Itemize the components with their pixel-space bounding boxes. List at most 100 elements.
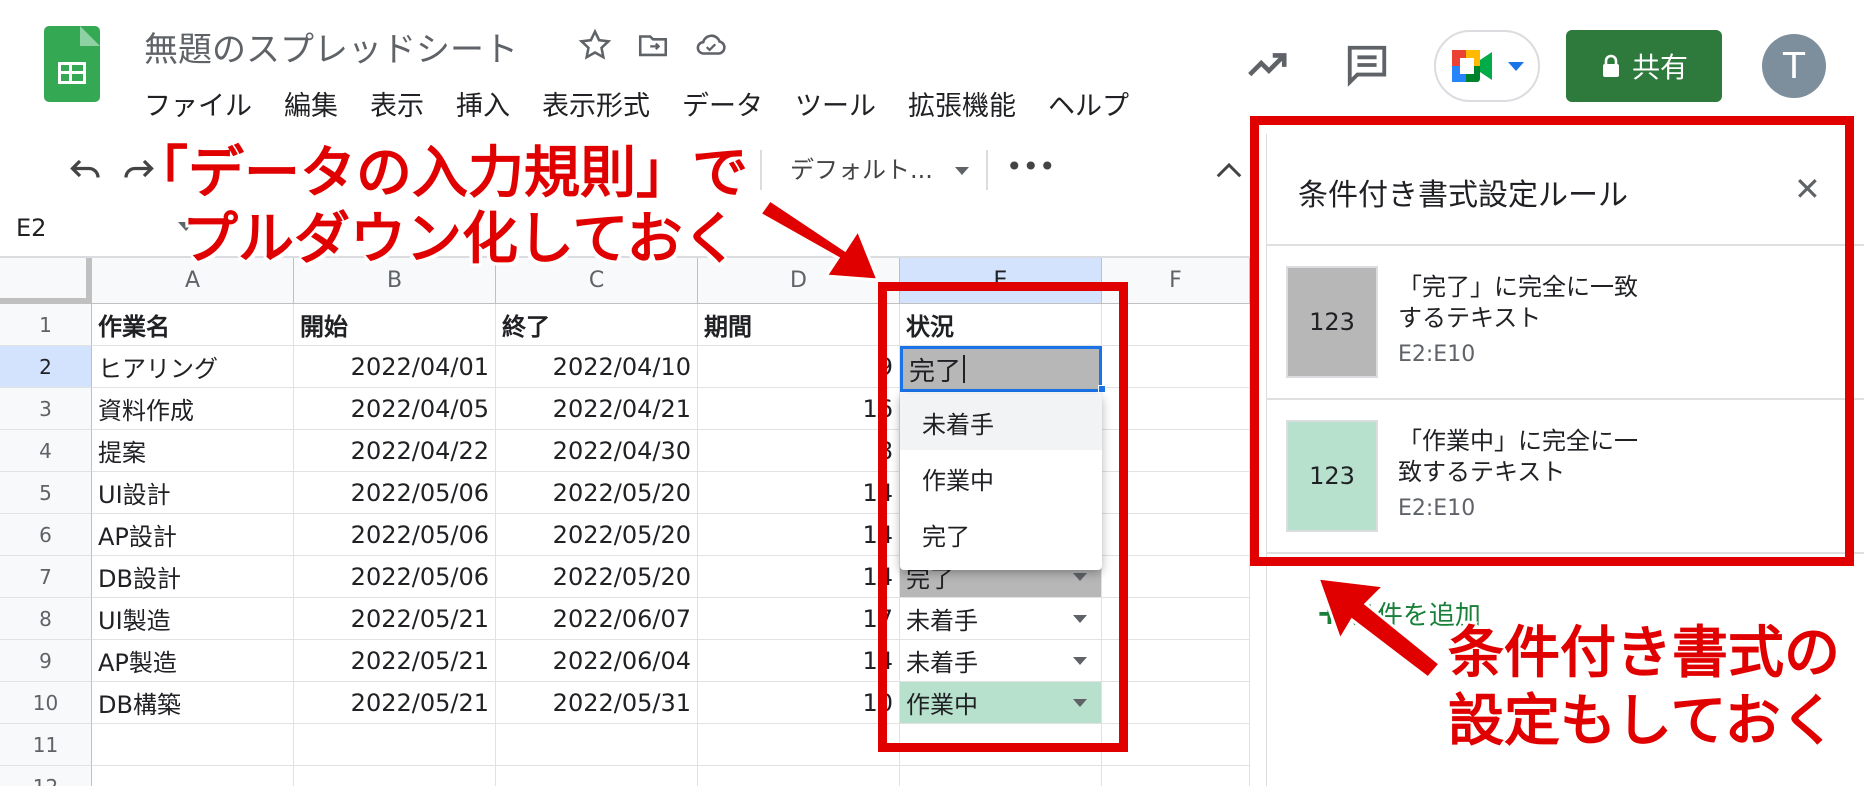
- share-button[interactable]: 共有: [1566, 30, 1722, 102]
- row-header[interactable]: 11: [0, 724, 92, 766]
- menu-help[interactable]: ヘルプ: [1048, 84, 1129, 123]
- undo-icon[interactable]: [66, 152, 106, 188]
- collapse-menus-icon[interactable]: [1214, 158, 1244, 182]
- cell-b9[interactable]: 2022/05/21: [294, 640, 496, 682]
- cell-d1[interactable]: 期間: [698, 304, 900, 346]
- cell-c7[interactable]: 2022/05/20: [496, 556, 698, 598]
- select-all-corner[interactable]: [0, 258, 92, 304]
- cell-c11[interactable]: [496, 724, 698, 766]
- cell-b1[interactable]: 開始: [294, 304, 496, 346]
- cloud-saved-icon[interactable]: [694, 28, 728, 62]
- font-select[interactable]: デフォルト...: [790, 150, 969, 185]
- comment-icon[interactable]: [1344, 42, 1390, 88]
- cell-b8[interactable]: 2022/05/21: [294, 598, 496, 640]
- cell-b11[interactable]: [294, 724, 496, 766]
- menu-data[interactable]: データ: [682, 84, 763, 123]
- cell-a9[interactable]: AP製造: [92, 640, 294, 682]
- share-label: 共有: [1631, 51, 1688, 84]
- highlight-box-panel: [1250, 116, 1854, 566]
- cell-a12[interactable]: [92, 766, 294, 786]
- cell-c1[interactable]: 終了: [496, 304, 698, 346]
- cell-a11[interactable]: [92, 724, 294, 766]
- row-header[interactable]: 5: [0, 472, 92, 514]
- row-header[interactable]: 9: [0, 640, 92, 682]
- cell-b5[interactable]: 2022/05/06: [294, 472, 496, 514]
- cell-d2[interactable]: 9: [698, 346, 900, 388]
- highlight-box-status-column: [878, 282, 1128, 752]
- cell-a6[interactable]: AP設計: [92, 514, 294, 556]
- star-icon[interactable]: [578, 28, 612, 62]
- plus-icon: +: [1316, 594, 1343, 632]
- cell-c4[interactable]: 2022/04/30: [496, 430, 698, 472]
- cell-b3[interactable]: 2022/04/05: [294, 388, 496, 430]
- cell-a7[interactable]: DB設計: [92, 556, 294, 598]
- cell-b7[interactable]: 2022/05/06: [294, 556, 496, 598]
- cell-b4[interactable]: 2022/04/22: [294, 430, 496, 472]
- chevron-down-icon: [954, 167, 969, 175]
- more-options-button[interactable]: •••: [1006, 150, 1056, 183]
- menu-edit[interactable]: 編集: [284, 84, 338, 123]
- menu-insert[interactable]: 挿入: [456, 84, 510, 123]
- annotation-format-line2: 設定もしておく: [1448, 689, 1837, 754]
- cell-d10[interactable]: 10: [698, 682, 900, 724]
- cell-a3[interactable]: 資料作成: [92, 388, 294, 430]
- cell-a2[interactable]: ヒアリング: [92, 346, 294, 388]
- font-select-value: デフォルト...: [790, 156, 933, 184]
- cell-d11[interactable]: [698, 724, 900, 766]
- row-header[interactable]: 1: [0, 304, 92, 346]
- cell-d6[interactable]: 14: [698, 514, 900, 556]
- row-header[interactable]: 12: [0, 766, 92, 786]
- cell-c8[interactable]: 2022/06/07: [496, 598, 698, 640]
- row-header[interactable]: 4: [0, 430, 92, 472]
- cell-d4[interactable]: 8: [698, 430, 900, 472]
- sheets-logo-icon[interactable]: [44, 26, 100, 102]
- cell-c6[interactable]: 2022/05/20: [496, 514, 698, 556]
- row-header[interactable]: 10: [0, 682, 92, 724]
- cell-c10[interactable]: 2022/05/31: [496, 682, 698, 724]
- cell-e12[interactable]: [900, 766, 1102, 786]
- menu-tools[interactable]: ツール: [795, 84, 876, 123]
- cell-d12[interactable]: [698, 766, 900, 786]
- cell-d7[interactable]: 14: [698, 556, 900, 598]
- chevron-down-icon: [1508, 62, 1524, 71]
- row-header[interactable]: 8: [0, 598, 92, 640]
- row-header[interactable]: 3: [0, 388, 92, 430]
- cell-f12[interactable]: [1102, 766, 1250, 786]
- menu-extensions[interactable]: 拡張機能: [908, 84, 1016, 123]
- activity-trend-icon[interactable]: [1244, 42, 1290, 88]
- toolbar-divider: [760, 150, 762, 190]
- cell-d5[interactable]: 14: [698, 472, 900, 514]
- cell-b2[interactable]: 2022/04/01: [294, 346, 496, 388]
- menu-format[interactable]: 表示形式: [542, 84, 650, 123]
- name-box[interactable]: E2: [16, 214, 46, 242]
- cell-d9[interactable]: 14: [698, 640, 900, 682]
- annotation-dropdown-line2: プルダウン化しておく: [182, 207, 739, 272]
- menu-file[interactable]: ファイル: [144, 84, 252, 123]
- cell-c3[interactable]: 2022/04/21: [496, 388, 698, 430]
- cell-c2[interactable]: 2022/04/10: [496, 346, 698, 388]
- meet-icon: [1452, 50, 1492, 82]
- row-header[interactable]: 2: [0, 346, 92, 388]
- cell-a5[interactable]: UI設計: [92, 472, 294, 514]
- document-title[interactable]: 無題のスプレッドシート: [144, 22, 518, 71]
- cell-a8[interactable]: UI製造: [92, 598, 294, 640]
- row-header[interactable]: 6: [0, 514, 92, 556]
- cell-a10[interactable]: DB構築: [92, 682, 294, 724]
- cell-d8[interactable]: 17: [698, 598, 900, 640]
- cell-b12[interactable]: [294, 766, 496, 786]
- cell-a1[interactable]: 作業名: [92, 304, 294, 346]
- cell-d3[interactable]: 16: [698, 388, 900, 430]
- lock-icon: [1602, 54, 1619, 77]
- avatar[interactable]: T: [1762, 34, 1826, 98]
- toolbar-divider: [986, 150, 988, 190]
- cell-c12[interactable]: [496, 766, 698, 786]
- cell-b10[interactable]: 2022/05/21: [294, 682, 496, 724]
- menu-view[interactable]: 表示: [370, 84, 424, 123]
- meet-button[interactable]: [1434, 30, 1540, 102]
- row-header[interactable]: 7: [0, 556, 92, 598]
- move-to-folder-icon[interactable]: [636, 28, 670, 62]
- cell-c5[interactable]: 2022/05/20: [496, 472, 698, 514]
- cell-a4[interactable]: 提案: [92, 430, 294, 472]
- cell-b6[interactable]: 2022/05/06: [294, 514, 496, 556]
- cell-c9[interactable]: 2022/06/04: [496, 640, 698, 682]
